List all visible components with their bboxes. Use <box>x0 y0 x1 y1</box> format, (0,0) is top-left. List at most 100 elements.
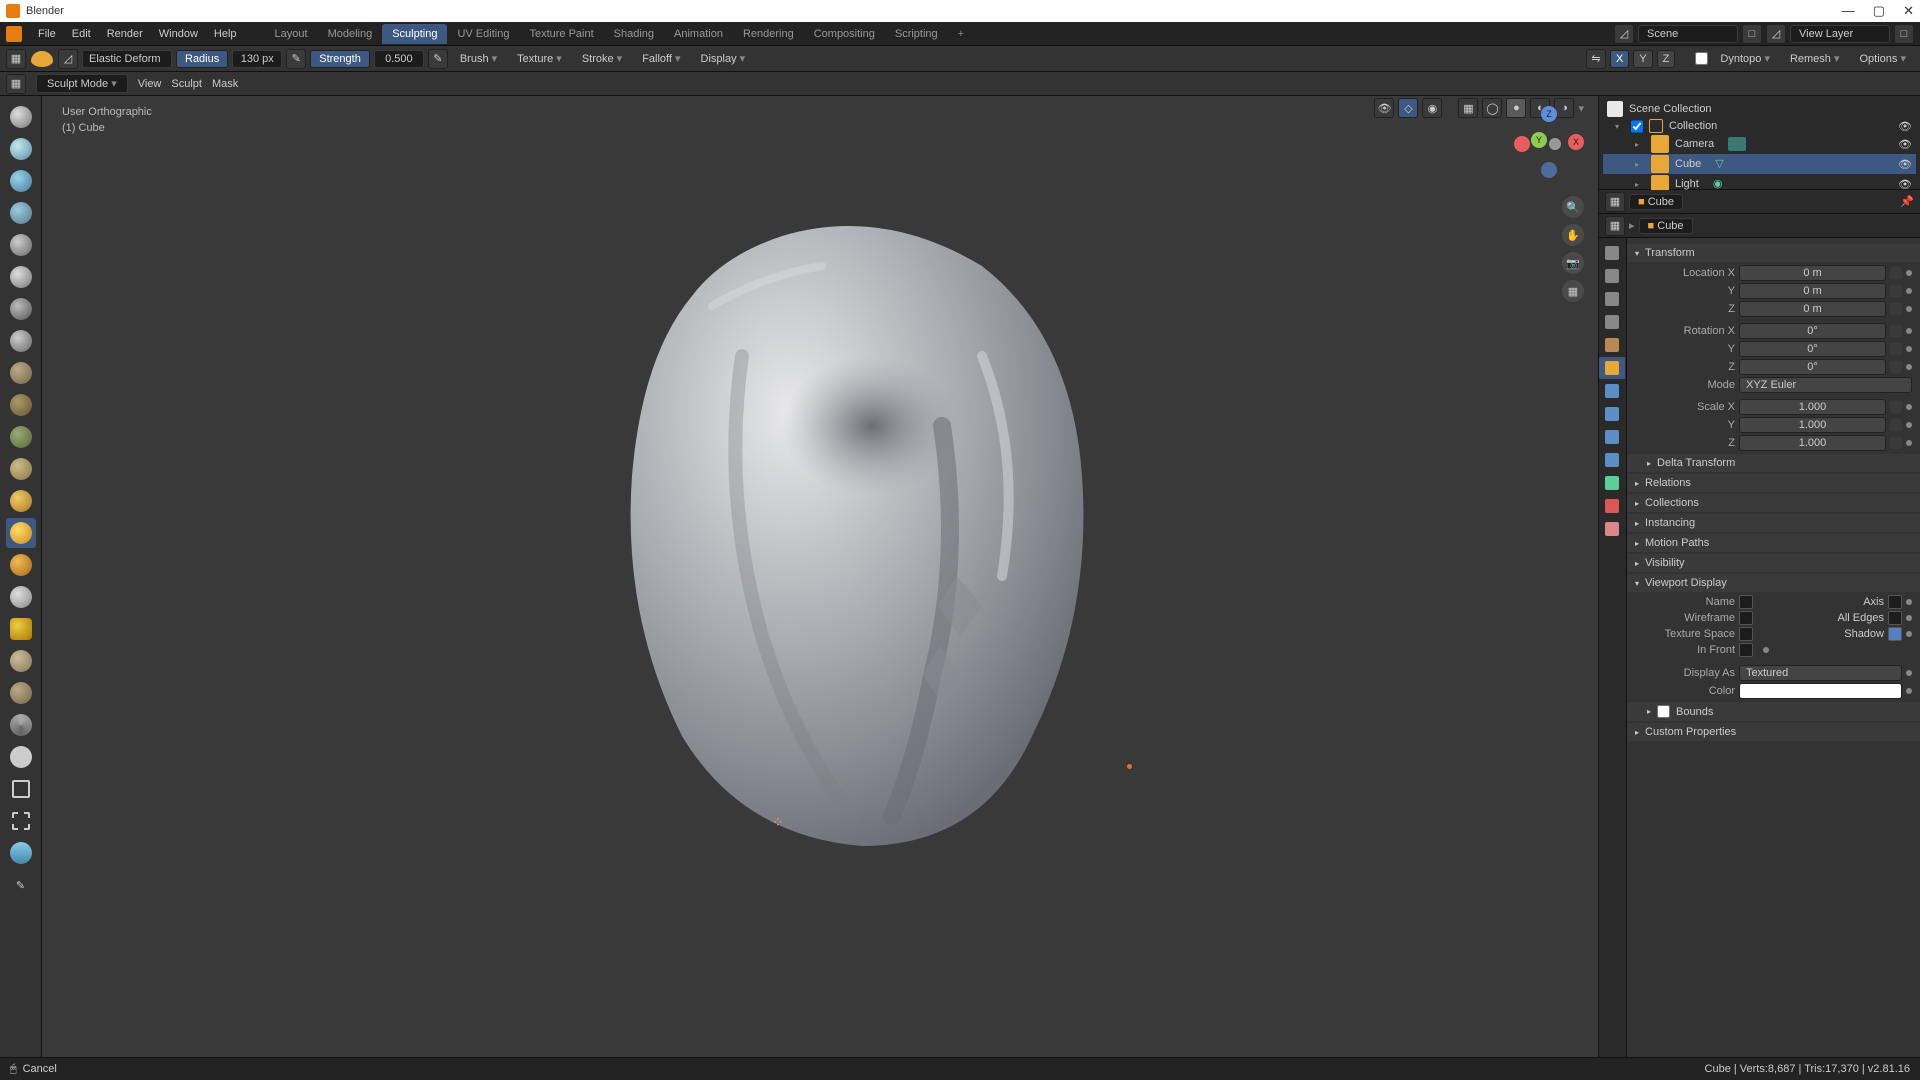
ptab-modifier[interactable] <box>1599 380 1625 402</box>
overlays-icon[interactable]: ◉ <box>1422 98 1442 118</box>
editor-icon[interactable]: ▦ <box>6 74 26 94</box>
tool-layer[interactable] <box>6 198 36 228</box>
keyframe-icon[interactable] <box>1906 688 1912 694</box>
camera-icon[interactable]: 📷 <box>1562 252 1584 274</box>
color-value[interactable] <box>1739 683 1902 699</box>
keyframe-icon[interactable] <box>1906 270 1912 276</box>
sym-z[interactable]: Z <box>1657 50 1676 68</box>
ptab-material[interactable] <box>1599 495 1625 517</box>
menu-edit[interactable]: Edit <box>64 28 99 40</box>
stroke-dropdown[interactable]: Stroke <box>574 50 630 67</box>
tab-add[interactable]: + <box>948 24 974 44</box>
tab-uvediting[interactable]: UV Editing <box>447 24 519 44</box>
display-dropdown[interactable]: Display <box>693 50 754 67</box>
tri-icon[interactable]: ▸ <box>1635 180 1645 189</box>
scale-z[interactable]: 1.000 <box>1739 435 1886 451</box>
props-type-icon[interactable]: ▦ <box>1605 216 1625 236</box>
outliner-root[interactable]: Scene Collection <box>1629 103 1712 115</box>
tool-smooth[interactable] <box>6 326 36 356</box>
outliner-cube[interactable]: Cube <box>1675 158 1701 170</box>
props-editor-icon[interactable]: ▦ <box>1605 192 1625 212</box>
close-button[interactable]: ✕ <box>1903 3 1914 19</box>
outliner-collection[interactable]: Collection <box>1669 120 1717 132</box>
tool-snakehook[interactable] <box>6 550 36 580</box>
keyframe-icon[interactable] <box>1906 346 1912 352</box>
sym-icon[interactable]: ⇋ <box>1586 49 1606 69</box>
panel-instancing[interactable]: ▸Instancing <box>1627 514 1920 532</box>
sculpt-menu[interactable]: Sculpt <box>171 78 202 90</box>
tab-sculpting[interactable]: Sculpting <box>382 24 447 44</box>
scene-field[interactable]: Scene <box>1638 25 1738 43</box>
tri-icon[interactable]: ▸ <box>1635 140 1645 149</box>
keyframe-icon[interactable] <box>1906 422 1912 428</box>
tool-grab[interactable] <box>6 486 36 516</box>
loc-z[interactable]: 0 m <box>1739 301 1886 317</box>
tool-pinch[interactable] <box>6 454 36 484</box>
lock-icon[interactable] <box>1890 437 1902 449</box>
nav-gizmo[interactable]: Z Y X <box>1514 106 1584 176</box>
brush-dropdown[interactable]: Brush <box>452 50 505 67</box>
ptab-object[interactable] <box>1599 357 1625 379</box>
tool-claystrips[interactable] <box>6 166 36 196</box>
select-vis-icon[interactable]: 👁 <box>1374 98 1394 118</box>
panel-collections[interactable]: ▸Collections <box>1627 494 1920 512</box>
ptab-texture[interactable] <box>1599 518 1625 540</box>
scene-browse-icon[interactable]: ◿ <box>1614 24 1634 44</box>
pin-icon[interactable]: 📌 <box>1900 195 1914 208</box>
eye-icon[interactable]: 👁 <box>1898 158 1912 171</box>
outliner-camera[interactable]: Camera <box>1675 138 1714 150</box>
view-menu[interactable]: View <box>138 78 162 90</box>
tool-mask[interactable] <box>6 742 36 772</box>
brush-link-icon[interactable]: ◿ <box>58 49 78 69</box>
ptab-output[interactable] <box>1599 265 1625 287</box>
tool-inflate[interactable] <box>6 230 36 260</box>
pan-icon[interactable]: ✋ <box>1562 224 1584 246</box>
vd-axis-check[interactable] <box>1888 595 1902 609</box>
rotation-mode[interactable]: XYZ Euler <box>1739 377 1912 393</box>
keyframe-icon[interactable] <box>1906 670 1912 676</box>
tab-texturepaint[interactable]: Texture Paint <box>519 24 603 44</box>
options-dropdown[interactable]: Options <box>1852 50 1915 67</box>
panel-visibility[interactable]: ▸Visibility <box>1627 554 1920 572</box>
viewport[interactable]: User Orthographic (1) Cube 👁 ◇ ◉ ▦ ◯ ● ◐… <box>42 96 1598 1057</box>
falloff-dropdown[interactable]: Falloff <box>634 50 688 67</box>
lock-icon[interactable] <box>1890 419 1902 431</box>
panel-relations[interactable]: ▸Relations <box>1627 474 1920 492</box>
tool-meshfilter[interactable] <box>6 838 36 868</box>
tab-shading[interactable]: Shading <box>604 24 664 44</box>
lock-icon[interactable] <box>1890 401 1902 413</box>
tool-pose[interactable] <box>6 614 36 644</box>
ptab-render[interactable] <box>1599 242 1625 264</box>
radius-value[interactable]: 130 px <box>232 50 282 68</box>
tool-boxhide[interactable] <box>6 806 36 836</box>
keyframe-icon[interactable] <box>1906 404 1912 410</box>
axis-y[interactable]: Y <box>1531 132 1547 148</box>
remesh-dropdown[interactable]: Remesh <box>1782 50 1848 67</box>
strength-label[interactable]: Strength <box>310 50 370 68</box>
tab-modeling[interactable]: Modeling <box>318 24 383 44</box>
ptab-data[interactable] <box>1599 472 1625 494</box>
brush-name[interactable]: Elastic Deform <box>82 50 172 68</box>
keyframe-icon[interactable] <box>1906 364 1912 370</box>
lock-icon[interactable] <box>1890 361 1902 373</box>
lock-icon[interactable] <box>1890 285 1902 297</box>
keyframe-icon[interactable] <box>1906 328 1912 334</box>
viewlayer-field[interactable]: View Layer <box>1790 25 1890 43</box>
axis-z[interactable]: Z <box>1541 106 1557 122</box>
panel-delta[interactable]: ▸Delta Transform <box>1627 454 1920 472</box>
vd-shadow-check[interactable] <box>1888 627 1902 641</box>
panel-customprops[interactable]: ▸Custom Properties <box>1627 723 1920 741</box>
tool-nudge[interactable] <box>6 646 36 676</box>
crumb-data[interactable]: ■ Cube <box>1639 218 1693 234</box>
ptab-constraint[interactable] <box>1599 449 1625 471</box>
panel-motionpaths[interactable]: ▸Motion Paths <box>1627 534 1920 552</box>
outliner-light[interactable]: Light <box>1675 178 1699 190</box>
tool-flatten[interactable] <box>6 358 36 388</box>
tool-thumb[interactable] <box>6 582 36 612</box>
persp-icon[interactable]: ▦ <box>1562 280 1584 302</box>
tool-annotate[interactable]: ✎ <box>6 870 36 900</box>
scene-new-icon[interactable]: □ <box>1742 24 1762 44</box>
tab-animation[interactable]: Animation <box>664 24 733 44</box>
ptab-scene[interactable] <box>1599 311 1625 333</box>
zoom-icon[interactable]: 🔍 <box>1562 196 1584 218</box>
